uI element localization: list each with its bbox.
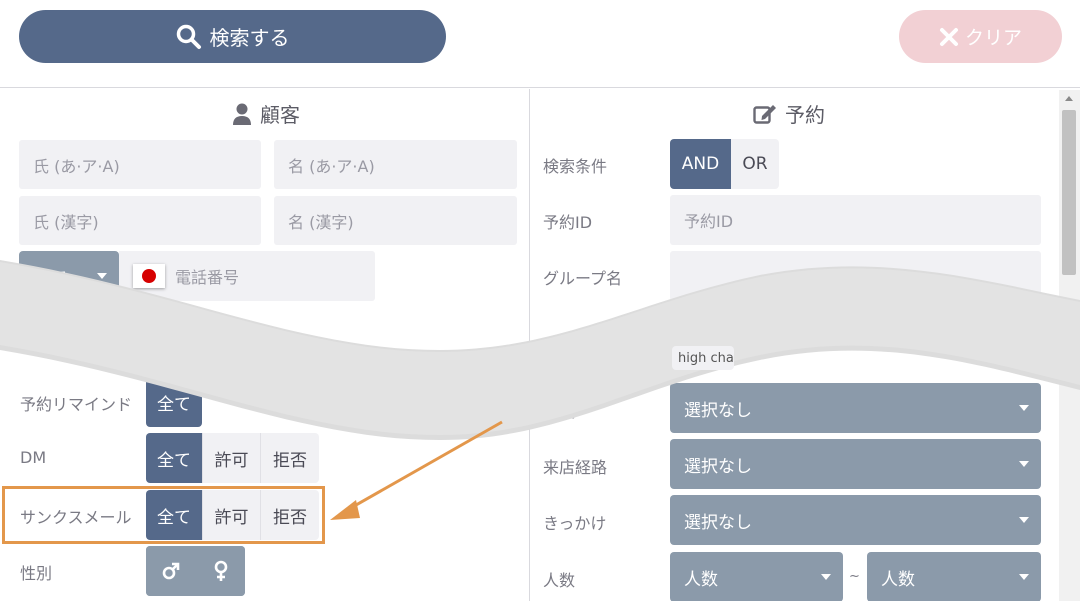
people-to-select[interactable]: 人数 [867, 552, 1041, 601]
male-icon[interactable] [146, 546, 196, 596]
group-name-label: グループ名 [543, 269, 623, 288]
person-icon [233, 103, 251, 125]
people-label: 人数 [543, 571, 576, 590]
last-name-kanji-input[interactable]: 氏 (漢字) [19, 196, 261, 245]
chevron-down-icon [97, 273, 107, 279]
last-name-kana-placeholder: 氏 (あ·ア·A) [33, 156, 120, 176]
reservation-id-label: 予約ID [543, 213, 593, 232]
customer-title-text: 顧客 [260, 103, 300, 127]
reservation-id-input[interactable]: 予約ID [670, 195, 1041, 245]
people-from-select[interactable]: 人数 [670, 552, 843, 601]
first-name-kanji-placeholder: 名 (漢字) [288, 212, 354, 232]
gender-label: 性別 [20, 564, 53, 583]
phone-input[interactable]: 電話番号 [119, 251, 375, 301]
remind-toggle[interactable]: 全て [146, 377, 202, 427]
last-name-kanji-placeholder: 氏 (漢字) [33, 212, 99, 232]
trigger-value: 選択なし [684, 512, 752, 533]
reservation-id-placeholder: 予約ID [684, 212, 734, 231]
first-name-kana-input[interactable]: 名 (あ·ア·A) [274, 140, 517, 189]
phone-type-value: 全て [33, 268, 67, 289]
condition-or[interactable]: OR [731, 139, 779, 189]
reservation-section-title: 予約 [753, 99, 825, 128]
magnifier-icon [176, 24, 201, 49]
x-icon [939, 27, 958, 46]
route-value: 選択なし [684, 456, 752, 477]
first-name-kanji-input[interactable]: 名 (漢字) [274, 196, 517, 245]
condition-and[interactable]: AND [670, 139, 731, 189]
dm-option-all[interactable]: 全て [146, 433, 202, 483]
scroll-up-icon[interactable] [1065, 96, 1073, 101]
people-from-value: 人数 [684, 569, 718, 590]
route-label: 来店経路 [543, 458, 608, 477]
dm-option-allow[interactable]: 許可 [202, 433, 260, 483]
condition-label: 検索条件 [543, 157, 608, 176]
search-button[interactable]: 検索する [19, 10, 446, 63]
purpose-select[interactable]: 選択なし [670, 383, 1041, 433]
highlight-box [2, 486, 325, 544]
tag-chip: high cha [672, 346, 734, 370]
dm-toggle[interactable]: 全て 許可 拒否 [146, 433, 319, 483]
condition-toggle[interactable]: AND OR [670, 139, 779, 189]
scrollbar-thumb[interactable] [1062, 110, 1076, 275]
chevron-down-icon [1019, 405, 1029, 411]
search-button-label: 検索する [209, 26, 290, 50]
scrollbar[interactable] [1059, 90, 1080, 601]
reservation-section: 予約 検索条件 AND OR 予約ID 予約ID グループ名 用途 選択なし 来… [531, 89, 1080, 601]
phone-type-select[interactable]: 全て [19, 251, 119, 301]
people-separator: ~ [849, 569, 860, 584]
clear-button[interactable]: クリア [899, 10, 1062, 63]
gender-toggle[interactable] [146, 546, 245, 596]
purpose-label: 用途 [543, 402, 576, 421]
last-name-kana-input[interactable]: 氏 (あ·ア·A) [19, 140, 261, 189]
reservation-title-text: 予約 [785, 103, 825, 127]
clear-button-label: クリア [964, 27, 1022, 49]
first-name-kana-placeholder: 名 (あ·ア·A) [288, 156, 375, 176]
trigger-select[interactable]: 選択なし [670, 495, 1041, 545]
dm-label: DM [20, 448, 47, 467]
female-icon[interactable] [196, 546, 245, 596]
edit-icon [753, 104, 776, 124]
chevron-down-icon [821, 574, 831, 580]
trigger-label: きっかけ [543, 514, 607, 533]
remind-label: 予約リマインド [20, 395, 133, 414]
chevron-down-icon [1019, 574, 1029, 580]
japan-flag-icon [133, 264, 165, 288]
route-select[interactable]: 選択なし [670, 439, 1041, 489]
dm-option-deny[interactable]: 拒否 [260, 433, 319, 483]
chevron-down-icon [1019, 461, 1029, 467]
remind-option-all[interactable]: 全て [146, 377, 202, 427]
customer-section-title: 顧客 [232, 99, 300, 128]
arrow-icon [330, 420, 503, 520]
group-name-input[interactable] [670, 251, 1041, 301]
purpose-value: 選択なし [684, 400, 752, 421]
phone-placeholder: 電話番号 [175, 268, 240, 287]
top-toolbar: 検索する クリア [0, 0, 1080, 88]
people-to-value: 人数 [881, 569, 915, 590]
chevron-down-icon [1019, 517, 1029, 523]
